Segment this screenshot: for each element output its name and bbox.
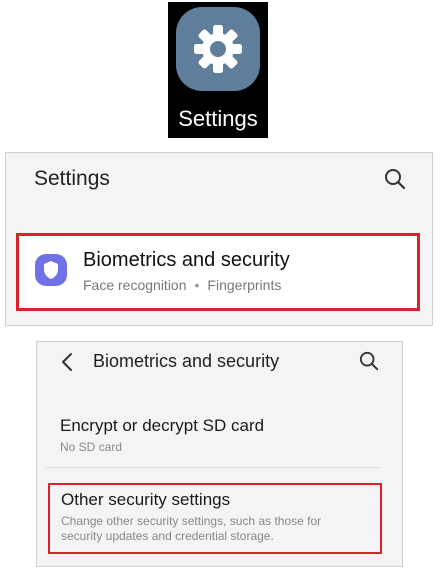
- search-icon[interactable]: [357, 349, 381, 373]
- item-title: Other security settings: [61, 490, 231, 509]
- item-subtitle: Change other security settings, such as …: [61, 514, 322, 543]
- tutorial-screenshot: Settings Settings Biometrics and securit…: [0, 0, 441, 572]
- item-subtitle: Face recognition • Fingerprints: [83, 276, 281, 294]
- subtitle-face-recognition: Face recognition: [83, 277, 187, 293]
- separator-dot: •: [194, 277, 200, 293]
- settings-screen: Settings Biometrics and security Face re…: [5, 152, 433, 326]
- search-icon[interactable]: [383, 167, 407, 191]
- chevron-left-icon[interactable]: [57, 350, 77, 374]
- item-subtitle: No SD card: [60, 440, 123, 454]
- gear-icon: [176, 7, 260, 91]
- app-label: Settings: [178, 106, 258, 131]
- page-title: Biometrics and security: [93, 351, 280, 371]
- item-title: Encrypt or decrypt SD card: [60, 416, 265, 435]
- page-title: Settings: [34, 167, 110, 190]
- biometrics-screen: Biometrics and security Encrypt or decry…: [36, 341, 403, 567]
- biometrics-and-security-item[interactable]: Biometrics and security Face recognition…: [16, 233, 420, 311]
- subtitle-fingerprints: Fingerprints: [207, 277, 282, 293]
- shield-icon: [35, 254, 67, 286]
- other-security-settings-item[interactable]: Other security settings Change other sec…: [48, 483, 382, 554]
- item-title: Biometrics and security: [83, 249, 290, 271]
- settings-app-shortcut[interactable]: Settings: [168, 2, 268, 138]
- encrypt-sd-card-item[interactable]: Encrypt or decrypt SD card No SD card: [45, 402, 380, 468]
